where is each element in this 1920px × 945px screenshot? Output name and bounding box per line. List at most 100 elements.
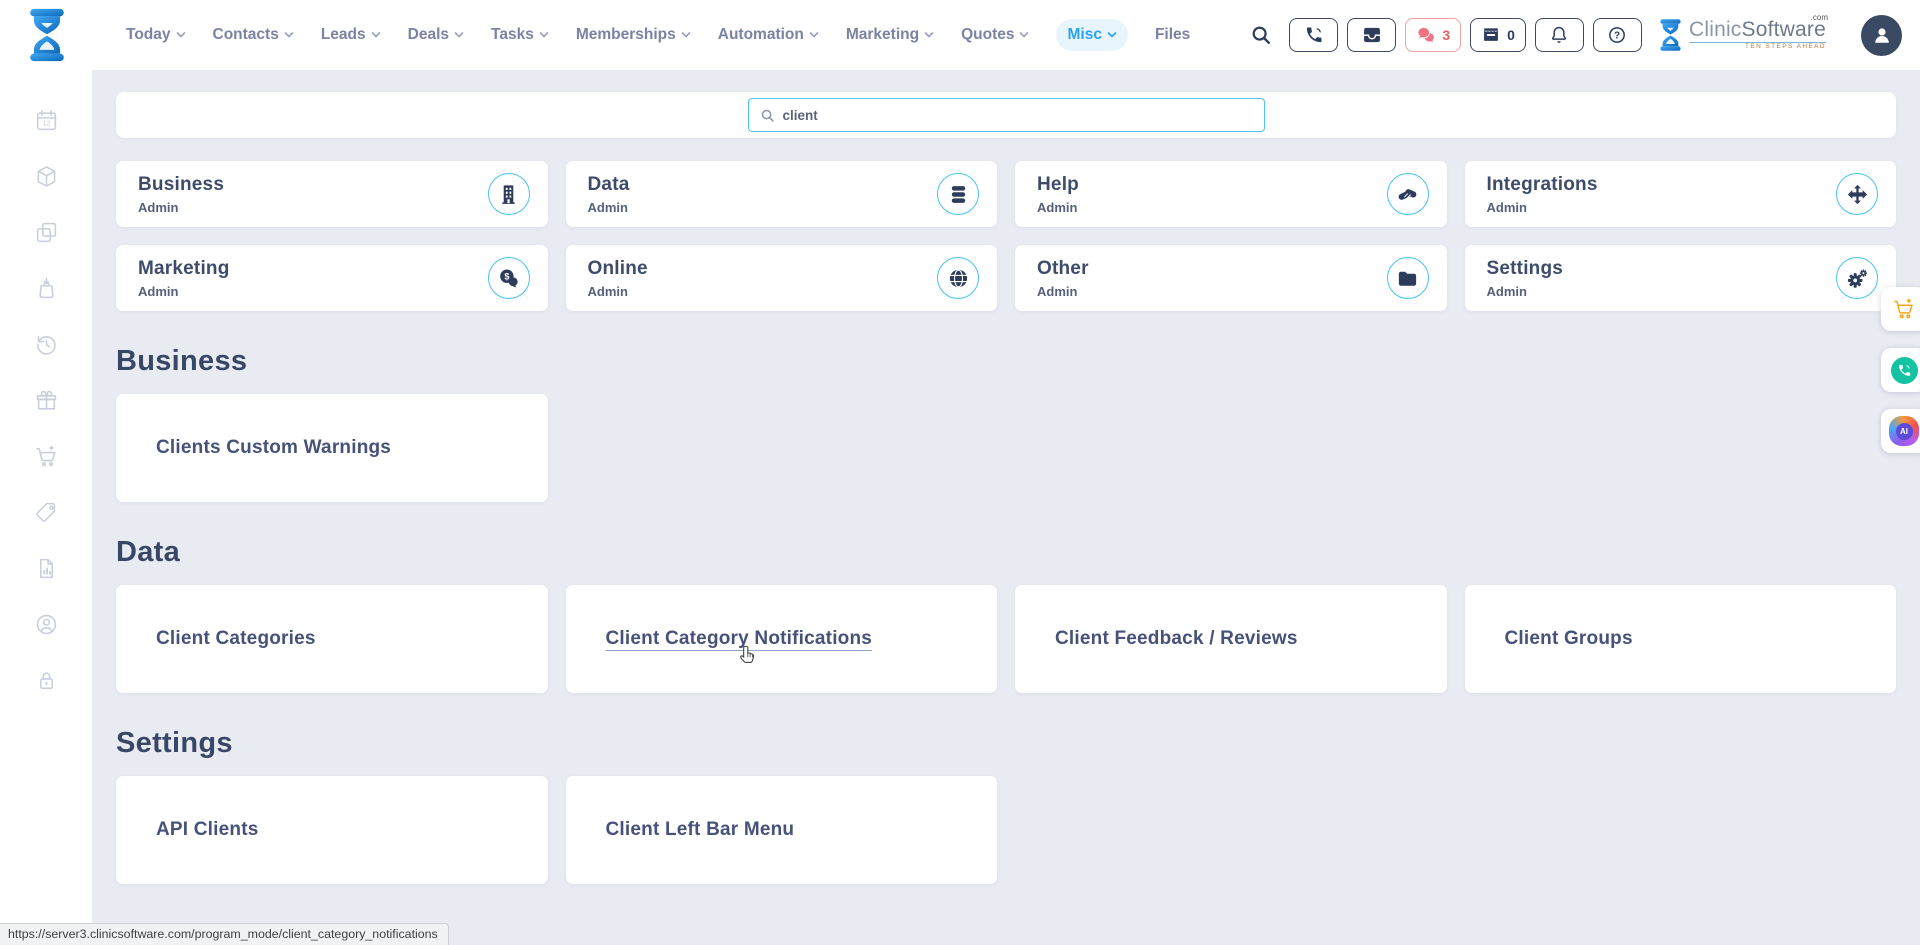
nav-item-deals[interactable]: Deals [408, 26, 464, 44]
user-avatar[interactable] [1861, 15, 1902, 56]
category-card-other[interactable]: OtherAdmin [1015, 245, 1447, 311]
nav-item-memberships[interactable]: Memberships [576, 26, 691, 44]
till-icon [1481, 25, 1501, 45]
history-icon[interactable] [34, 332, 59, 357]
category-card-integrations[interactable]: IntegrationsAdmin [1465, 161, 1897, 227]
nav-item-tasks[interactable]: Tasks [491, 26, 549, 44]
section-title-settings: Settings [116, 727, 1896, 760]
nav-item-misc[interactable]: Misc [1056, 19, 1127, 51]
building-icon [497, 183, 520, 206]
nav-item-files[interactable]: Files [1155, 26, 1190, 44]
person-icon [1870, 23, 1894, 47]
lock-icon[interactable] [34, 668, 59, 693]
brand-name-primary: Clinic [1689, 18, 1742, 41]
whatsapp-button[interactable] [1881, 348, 1920, 392]
calendar-icon[interactable] [34, 108, 59, 133]
brand-logo: ClinicSoftware .com TEN STEPS AHEAD [1657, 17, 1842, 53]
chevron-down-icon [176, 30, 186, 40]
category-grid: BusinessAdmin DataAdmin HelpAdmin Integr… [116, 161, 1896, 311]
chevron-down-icon [454, 30, 464, 40]
main-content: BusinessAdmin DataAdmin HelpAdmin Integr… [92, 0, 1920, 884]
category-card-business[interactable]: BusinessAdmin [116, 161, 548, 227]
chevron-down-icon [371, 30, 381, 40]
link-card-client-categories[interactable]: Client Categories [116, 585, 548, 693]
ai-assistant-icon: AI [1889, 416, 1919, 446]
help-icon [1607, 25, 1627, 45]
help-button[interactable] [1593, 18, 1642, 52]
till-button[interactable]: 0 [1470, 18, 1526, 52]
brand-tagline: TEN STEPS AHEAD [1689, 42, 1826, 51]
chevron-down-icon [809, 30, 819, 40]
category-card-data[interactable]: DataAdmin [566, 161, 998, 227]
package-icon[interactable] [34, 164, 59, 189]
inbox-icon [1362, 25, 1382, 45]
category-card-marketing[interactable]: MarketingAdmin [116, 245, 548, 311]
top-header: Today Contacts Leads Deals Tasks Members… [0, 0, 1920, 70]
gears-icon [1846, 267, 1869, 290]
chat-bubbles-icon [1416, 25, 1436, 45]
link-card-client-feedback-reviews[interactable]: Client Feedback / Reviews [1015, 585, 1447, 693]
left-sidebar [0, 0, 92, 945]
floating-buttons: AI [1881, 287, 1920, 453]
status-url-bar: https://server3.clinicsoftware.com/progr… [0, 923, 449, 945]
till-badge: 0 [1507, 27, 1515, 43]
chevron-down-icon [539, 30, 549, 40]
bag-import-icon[interactable] [34, 276, 59, 301]
app-logo-hourglass-icon[interactable] [24, 7, 70, 63]
phone-icon [1304, 25, 1324, 45]
handshake-icon [1396, 183, 1419, 206]
nav-item-contacts[interactable]: Contacts [213, 26, 294, 44]
section-title-business: Business [116, 345, 1896, 378]
chevron-down-icon [1019, 30, 1029, 40]
ai-assistant-button[interactable]: AI [1881, 409, 1920, 453]
section-data-grid: Client Categories Client Category Notifi… [116, 585, 1896, 693]
brand-tld: .com [1811, 14, 1828, 22]
database-icon [947, 183, 970, 206]
move-arrows-icon [1846, 183, 1869, 206]
phone-button[interactable] [1289, 18, 1338, 52]
search-input[interactable] [783, 108, 1253, 123]
chevron-down-icon [284, 30, 294, 40]
search-box [748, 98, 1265, 132]
section-settings-grid: API Clients Client Left Bar Menu [116, 776, 1896, 884]
nav-item-automation[interactable]: Automation [718, 26, 819, 44]
cart-orange-icon [1892, 297, 1916, 321]
cart-icon[interactable] [34, 444, 59, 469]
nav-item-marketing[interactable]: Marketing [846, 26, 934, 44]
inbox-button[interactable] [1347, 18, 1396, 52]
money-chat-icon [497, 267, 520, 290]
whatsapp-icon [1891, 357, 1918, 384]
search-icon [760, 108, 775, 123]
bell-icon [1549, 25, 1569, 45]
section-business-grid: Clients Custom Warnings [116, 394, 1896, 502]
main-nav: Today Contacts Leads Deals Tasks Members… [126, 19, 1190, 51]
globe-icon [947, 267, 970, 290]
shop-cart-button[interactable] [1881, 287, 1920, 331]
search-icon[interactable] [1250, 24, 1272, 46]
report-icon[interactable] [34, 556, 59, 581]
search-panel [116, 92, 1896, 138]
notifications-button[interactable] [1535, 18, 1584, 52]
chevron-down-icon [681, 30, 691, 40]
folder-icon [1396, 267, 1419, 290]
header-actions: 3 0 ClinicSoftware .com TEN STEPS AHEAD [1250, 15, 1902, 56]
price-tag-icon[interactable] [34, 500, 59, 525]
link-card-clients-custom-warnings[interactable]: Clients Custom Warnings [116, 394, 548, 502]
nav-item-quotes[interactable]: Quotes [961, 26, 1029, 44]
category-card-help[interactable]: HelpAdmin [1015, 161, 1447, 227]
nav-item-today[interactable]: Today [126, 26, 186, 44]
link-card-client-left-bar-menu[interactable]: Client Left Bar Menu [566, 776, 998, 884]
chat-button[interactable]: 3 [1405, 18, 1461, 52]
link-card-api-clients[interactable]: API Clients [116, 776, 548, 884]
account-icon[interactable] [34, 612, 59, 637]
category-card-online[interactable]: OnlineAdmin [566, 245, 998, 311]
gift-icon[interactable] [34, 388, 59, 413]
link-card-client-category-notifications[interactable]: Client Category Notifications [566, 585, 998, 693]
copy-icon[interactable] [34, 220, 59, 245]
category-card-settings[interactable]: SettingsAdmin [1465, 245, 1897, 311]
chat-badge: 3 [1442, 27, 1450, 43]
brand-hourglass-icon [1657, 17, 1684, 53]
nav-item-leads[interactable]: Leads [321, 26, 381, 44]
chevron-down-icon [924, 30, 934, 40]
link-card-client-groups[interactable]: Client Groups [1465, 585, 1897, 693]
